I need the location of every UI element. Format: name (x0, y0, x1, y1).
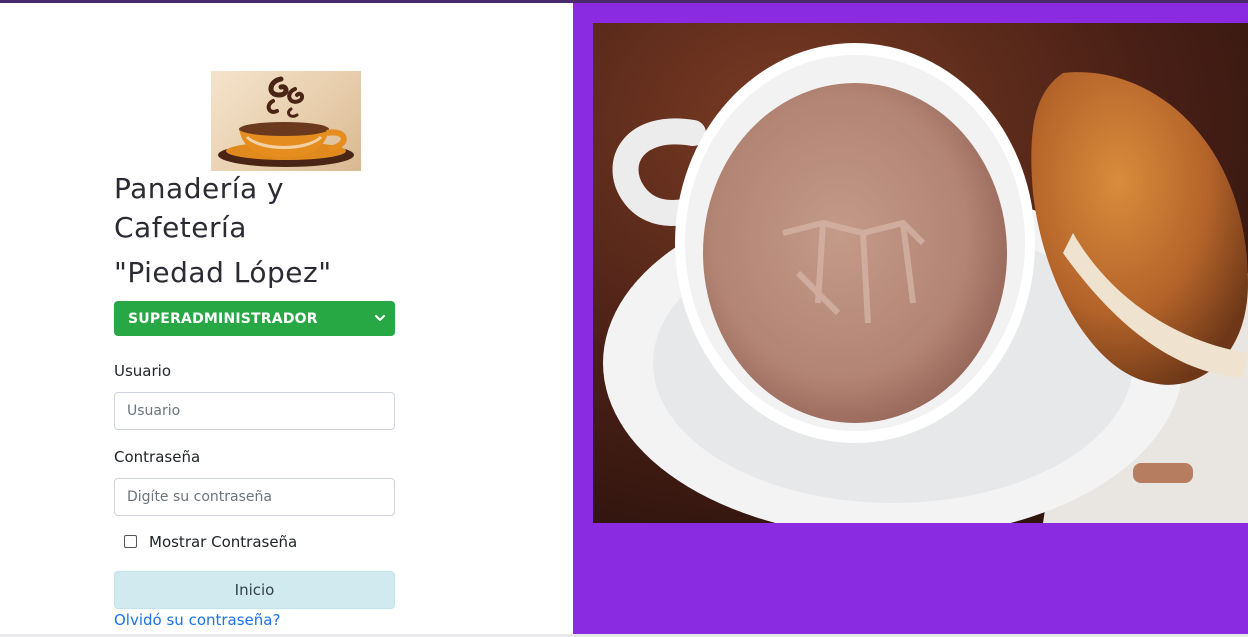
brand-title-line-2: Cafetería (114, 211, 247, 244)
show-password-checkbox[interactable] (124, 535, 137, 548)
role-select-value: SUPERADMINISTRADOR (128, 311, 318, 327)
password-label: Contraseña (114, 448, 201, 466)
username-input[interactable]: Usuario (114, 392, 395, 430)
role-select[interactable]: SUPERADMINISTRADOR (114, 301, 395, 336)
username-label: Usuario (114, 362, 172, 380)
chevron-down-icon (373, 311, 387, 325)
forgot-password-link[interactable]: Olvidó su contraseña? (114, 611, 280, 629)
brand-title-line-3: "Piedad López" (114, 256, 332, 289)
login-button[interactable]: Inicio (114, 571, 395, 609)
coffee-cup-logo (211, 71, 361, 171)
password-input[interactable]: Digíte su contraseña (114, 478, 395, 516)
show-password-label: Mostrar Contraseña (149, 533, 298, 551)
hot-chocolate-and-bread-photo (593, 23, 1248, 523)
brand-title-line-1: Panadería y (114, 172, 285, 205)
